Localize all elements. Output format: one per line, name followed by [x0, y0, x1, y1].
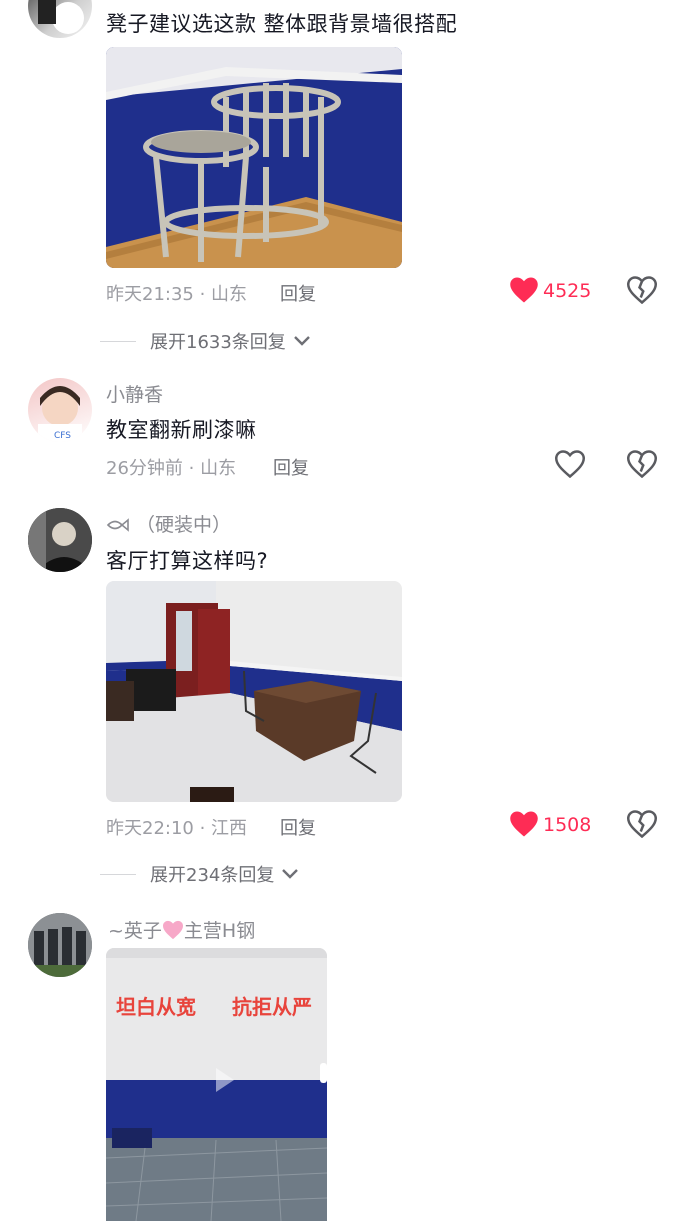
comment-time: 昨天22:10 · 江西 — [106, 818, 248, 839]
comment-image-interrogation-chair[interactable] — [106, 47, 402, 268]
comment-time: 26分钟前 · 山东 — [106, 458, 237, 479]
broken-heart-icon[interactable] — [626, 810, 658, 842]
comment-text: 教室翻新刷漆嘛 — [106, 418, 257, 442]
divider-line — [100, 340, 136, 342]
heart-outline-icon[interactable] — [554, 450, 586, 482]
avatar[interactable] — [28, 508, 92, 572]
comment-text: 凳子建议选这款 整体跟背景墙很搭配 — [106, 12, 458, 36]
avatar[interactable] — [28, 913, 92, 977]
username[interactable]: ~英子 主营H钢 — [108, 916, 255, 943]
reply-button[interactable]: 回复 — [280, 280, 316, 306]
like-count: 4525 — [543, 280, 592, 302]
pink-heart-icon — [162, 920, 183, 940]
broken-heart-icon[interactable] — [626, 276, 658, 308]
avatar[interactable] — [28, 0, 92, 38]
heart-filled-icon[interactable] — [509, 276, 539, 308]
broken-heart-icon[interactable] — [626, 450, 658, 482]
avatar[interactable]: CFS — [28, 378, 92, 442]
like-count: 1508 — [543, 814, 592, 836]
comment-time: 昨天21:35 · 山东 — [106, 284, 248, 305]
reply-button[interactable]: 回复 — [273, 454, 309, 480]
chevron-down-icon — [282, 869, 299, 879]
slogan-right: 抗拒从严 — [232, 995, 312, 1019]
username[interactable]: （硬装中） — [106, 510, 231, 537]
reply-button[interactable]: 回复 — [280, 814, 316, 840]
comment-text: 客厅打算这样吗? — [106, 549, 269, 573]
expand-replies-button[interactable]: 展开1633条回复 — [100, 328, 312, 354]
heart-filled-icon[interactable] — [509, 810, 539, 842]
fish-icon — [106, 518, 129, 532]
comment-image-office-room[interactable] — [106, 581, 402, 802]
username[interactable]: 小静香 — [106, 380, 163, 407]
comment-image-interrogation-room[interactable]: 坦白从宽 抗拒从严 — [106, 948, 327, 1221]
chevron-down-icon — [293, 336, 310, 346]
expand-replies-button[interactable]: 展开234条回复 — [100, 861, 300, 887]
divider-line — [100, 873, 136, 875]
slogan-left: 坦白从宽 — [116, 995, 196, 1019]
svg-text:CFS: CFS — [54, 431, 71, 441]
